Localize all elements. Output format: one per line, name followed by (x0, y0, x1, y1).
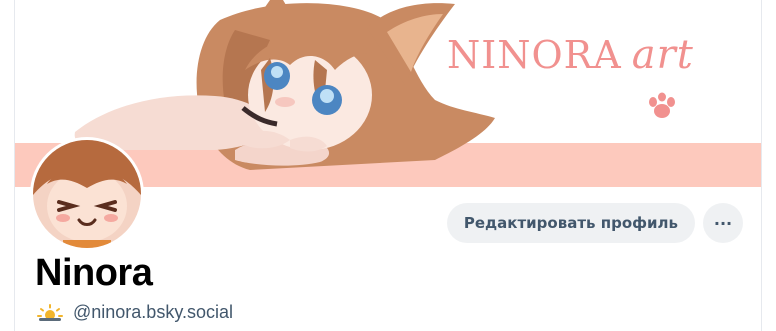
handle-row: @ninora.bsky.social (37, 302, 233, 323)
brand-name: NINORA (447, 33, 622, 77)
sun-cloud-icon (37, 303, 63, 321)
profile-header: NINORA art Редактировать профиль ··· Nin… (14, 0, 762, 331)
avatar-image (33, 140, 141, 248)
avatar[interactable] (30, 137, 144, 251)
profile-actions: Редактировать профиль ··· (446, 203, 743, 243)
brand-script: art (631, 32, 694, 78)
edit-profile-button[interactable]: Редактировать профиль (446, 203, 695, 243)
banner-brand-text: NINORA art (447, 32, 694, 78)
paw-icon (649, 92, 675, 118)
display-name: Ninora (35, 252, 153, 294)
more-options-button[interactable]: ··· (703, 203, 743, 243)
user-handle[interactable]: @ninora.bsky.social (73, 302, 233, 323)
more-icon: ··· (713, 213, 733, 233)
